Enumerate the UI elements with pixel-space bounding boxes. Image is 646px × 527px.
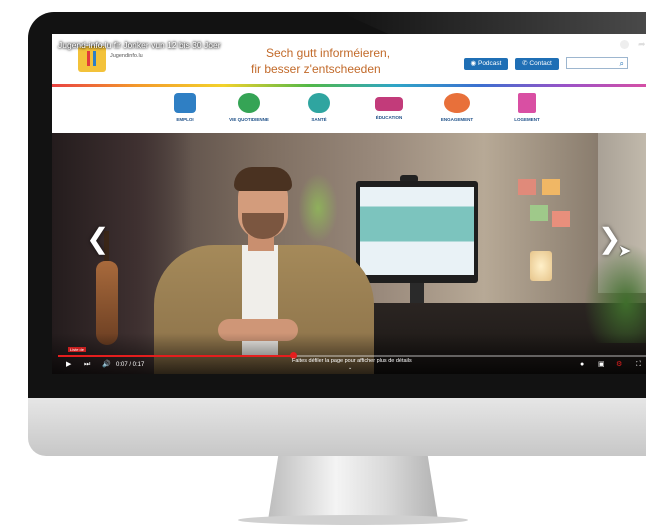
- logo-mark-red: [87, 51, 90, 66]
- podcast-icon: ◉: [470, 60, 478, 67]
- podcast-label: Podcast: [477, 60, 502, 67]
- background-plant: [298, 173, 338, 243]
- heart-pulse-icon: [308, 93, 330, 113]
- podcast-button[interactable]: ◉ Podcast: [464, 58, 508, 70]
- autoplay-toggle-icon[interactable]: ●: [580, 360, 584, 370]
- nav-item-logement[interactable]: LOGEMENT: [492, 93, 562, 122]
- sticky-note: [552, 211, 570, 227]
- monitor-stand: [268, 456, 438, 520]
- slogan-line-1: Sech gutt informéieren,: [266, 46, 391, 60]
- slogan-line-2: fir besser z'entscheeden: [251, 62, 381, 76]
- previous-slide-arrow-icon[interactable]: ❮: [86, 225, 109, 253]
- contact-button[interactable]: ✆ Contact: [515, 58, 559, 70]
- logo-text: Jugendinfo.lu: [110, 53, 143, 59]
- category-nav: EMPLOI VIE QUOTIDIENNE SANTÉ ÉDUCATION E…: [52, 87, 646, 133]
- play-icon[interactable]: ▶: [66, 360, 71, 370]
- scroll-hint-arrow: ⌄: [348, 365, 353, 371]
- desk-monitor-stand: [410, 283, 424, 305]
- logo-mark-blue: [93, 51, 96, 66]
- mouse-cursor-icon: ➤: [618, 243, 632, 260]
- search-icon[interactable]: ⌕: [620, 58, 624, 69]
- nav-item-engagement[interactable]: ENGAGEMENT: [422, 93, 492, 122]
- nav-label: VIE QUOTIDIENNE: [229, 117, 269, 122]
- watch-later-icon[interactable]: [620, 40, 629, 49]
- desk-lamp: [530, 251, 552, 281]
- monitor-chin: [28, 398, 646, 456]
- scroll-hint: Faites défiler la page pour afficher plu…: [292, 358, 412, 364]
- nav-label: SANTÉ: [311, 117, 327, 122]
- nav-label: ENGAGEMENT: [440, 117, 474, 122]
- chat-bubble-icon: [238, 93, 260, 113]
- graduation-cap-icon: [375, 97, 403, 111]
- briefcase-icon: [174, 93, 196, 113]
- nav-label: LOGEMENT: [514, 117, 540, 122]
- people-icon: [444, 93, 470, 113]
- fullscreen-icon[interactable]: ⛶: [636, 360, 641, 370]
- nav-item-education[interactable]: ÉDUCATION: [354, 93, 424, 120]
- sticky-note: [518, 179, 536, 195]
- contact-label: Contact: [529, 60, 552, 67]
- sticky-note: [530, 205, 548, 221]
- video-title[interactable]: Jugend-info.lu fir Jonker vun 12 bis 30 …: [58, 40, 221, 50]
- volume-icon[interactable]: 🔊: [102, 360, 111, 370]
- search-input[interactable]: ⌕: [566, 57, 628, 69]
- sticky-note: [542, 179, 560, 195]
- subtitles-icon[interactable]: ▣: [598, 360, 605, 370]
- person-hair: [234, 167, 292, 191]
- time-display: 0:07 / 0:17: [116, 362, 145, 368]
- nav-label: ÉDUCATION: [375, 115, 403, 120]
- share-icon[interactable]: ➦: [638, 39, 646, 50]
- desk-monitor-screen: [360, 187, 474, 275]
- chapter-label: Liste de: [68, 347, 87, 352]
- monitor-base: [238, 515, 468, 525]
- foreground-plant: [584, 243, 646, 343]
- progress-fill: [58, 355, 293, 357]
- nav-item-sante[interactable]: SANTÉ: [284, 93, 354, 122]
- video-player[interactable]: ❮ ❯ ➤ Liste de ▶ ⏭ 🔊 0:07 / 0:17 Faites …: [52, 133, 646, 374]
- nav-item-vie-quotidienne[interactable]: VIE QUOTIDIENNE: [214, 93, 284, 122]
- nav-label: EMPLOI: [176, 117, 194, 122]
- settings-gear-icon[interactable]: ⚙: [616, 360, 622, 370]
- nav-item-emploi[interactable]: EMPLOI: [150, 93, 220, 122]
- next-video-icon[interactable]: ⏭: [84, 360, 90, 370]
- screen: Jugendinfo.lu Sech gutt informéieren, fi…: [52, 34, 646, 374]
- house-icon: [518, 93, 536, 113]
